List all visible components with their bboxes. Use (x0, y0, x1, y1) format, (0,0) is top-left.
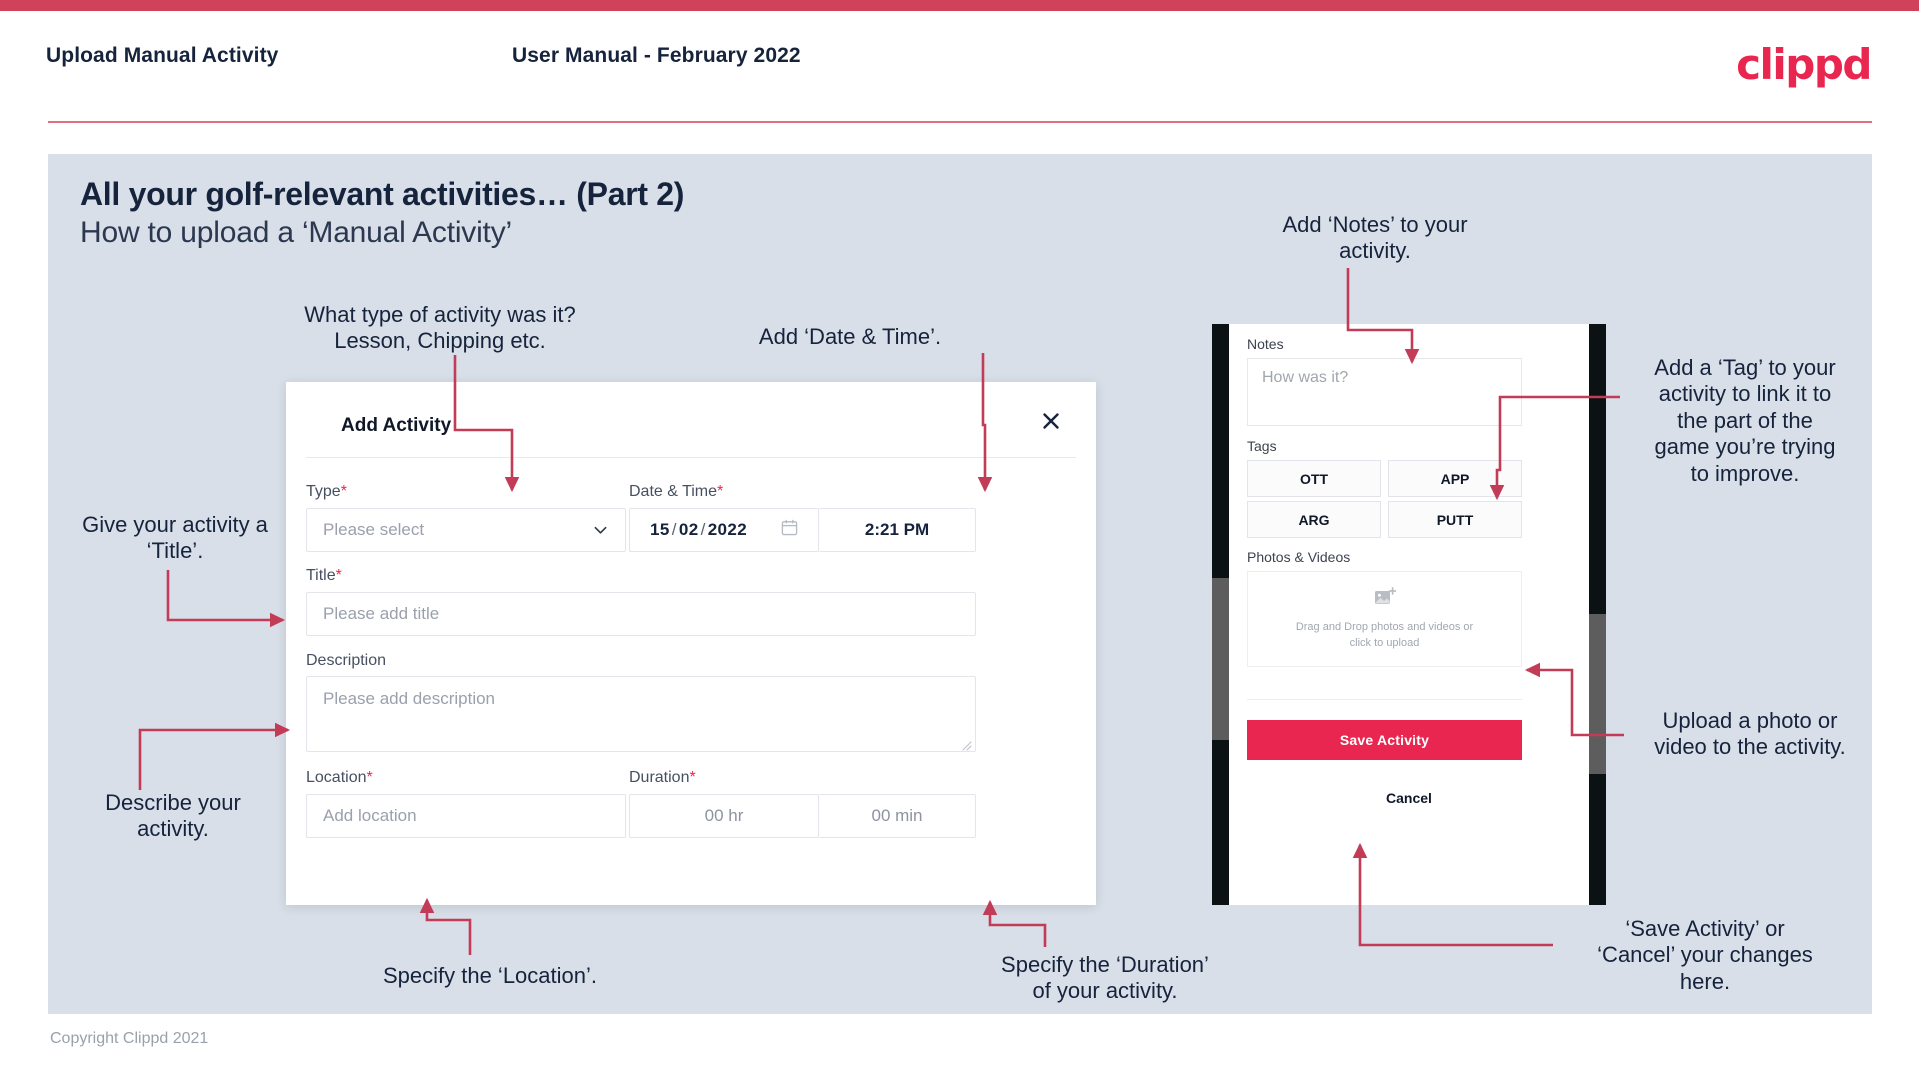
annotation-title: Give your activity a ‘Title’. (82, 512, 268, 564)
location-input[interactable]: Add location (306, 794, 626, 838)
datetime-required-mark: * (717, 483, 724, 500)
tags-label: Tags (1247, 438, 1277, 454)
description-placeholder: Please add description (323, 689, 496, 708)
date-month: 02 (678, 520, 699, 539)
dialog-header-divider (306, 457, 1076, 458)
photos-label: Photos & Videos (1247, 549, 1351, 565)
calendar-icon[interactable] (781, 519, 798, 541)
time-value: 2:21 PM (864, 520, 930, 539)
title-label-text: Title (306, 567, 336, 584)
description-label-text: Description (306, 652, 387, 669)
location-label-text: Location (306, 769, 367, 786)
type-required-mark: * (340, 483, 347, 500)
date-sep-2: / (700, 520, 706, 539)
header-center-title: User Manual - February 2022 (512, 44, 801, 67)
resize-handle-icon[interactable] (962, 738, 972, 751)
title-placeholder: Please add title (323, 604, 440, 623)
notes-textarea[interactable]: How was it? (1247, 358, 1522, 426)
phone-mockup: Notes How was it? Tags OTT APP ARG PUTT … (1212, 324, 1606, 905)
slide-title: All your golf-relevant activities… (Part… (80, 176, 685, 212)
clippd-logo: clippd (1736, 40, 1872, 89)
chevron-down-icon (594, 524, 607, 537)
annotation-date-time: Add ‘Date & Time’. (758, 324, 942, 349)
page-root: Upload Manual Activity User Manual - Feb… (0, 0, 1919, 1079)
dropzone-text-line2: click to upload (1349, 636, 1420, 649)
annotation-tags: Add a ‘Tag’ to your activity to link it t… (1654, 355, 1836, 486)
duration-label: Duration* (629, 769, 696, 787)
date-value: 15/02/2022 (630, 520, 747, 540)
dropzone-text-line1: Drag and Drop photos and videos or (1295, 620, 1474, 633)
annotation-location: Specify the ‘Location’. (382, 963, 598, 988)
duration-minutes-placeholder: 00 min (871, 806, 923, 825)
type-label-text: Type (306, 483, 341, 500)
date-input[interactable]: 15/02/2022 (629, 508, 819, 552)
description-label: Description (306, 652, 386, 670)
time-input[interactable]: 2:21 PM (819, 508, 976, 552)
dropzone-text: Drag and Drop photos and videos or click… (1296, 620, 1473, 652)
duration-hours-placeholder: 00 hr (704, 806, 744, 825)
location-placeholder: Add location (323, 806, 417, 825)
phone-side-button-left (1212, 578, 1229, 740)
title-required-mark: * (335, 567, 342, 584)
annotation-photos: Upload a photo or video to the activity. (1654, 708, 1846, 760)
cancel-button[interactable]: Cancel (1229, 790, 1589, 806)
annotation-duration: Specify the ‘Duration’ of your activity. (1001, 952, 1209, 1004)
phone-footer-divider (1247, 699, 1522, 700)
duration-minutes-input[interactable]: 00 min (819, 794, 976, 838)
top-accent-bar (0, 0, 1919, 11)
footer-copyright: Copyright Clippd 2021 (50, 1030, 209, 1047)
notes-label: Notes (1247, 336, 1284, 352)
duration-hours-input[interactable]: 00 hr (629, 794, 819, 838)
type-label: Type* (306, 483, 347, 501)
datetime-label-text: Date & Time (629, 483, 718, 500)
photo-upload-dropzone[interactable]: Drag and Drop photos and videos or click… (1247, 571, 1522, 667)
location-required-mark: * (366, 769, 373, 786)
duration-required-mark: * (689, 769, 696, 786)
notes-placeholder: How was it? (1262, 369, 1349, 386)
tag-button-app[interactable]: APP (1388, 460, 1522, 497)
dialog-title: Add Activity (341, 415, 452, 436)
description-textarea[interactable]: Please add description (306, 676, 976, 752)
title-label: Title* (306, 567, 342, 585)
duration-label-text: Duration (629, 769, 690, 786)
tag-button-putt[interactable]: PUTT (1388, 501, 1522, 538)
type-select[interactable]: Please select (306, 508, 626, 552)
date-day: 15 (650, 520, 670, 539)
phone-side-button-right (1589, 614, 1606, 774)
save-activity-button[interactable]: Save Activity (1247, 720, 1522, 760)
phone-screen: Notes How was it? Tags OTT APP ARG PUTT … (1229, 324, 1589, 905)
close-icon[interactable] (1034, 404, 1068, 438)
header-left-title: Upload Manual Activity (46, 44, 279, 67)
title-input[interactable]: Please add title (306, 592, 976, 636)
location-label: Location* (306, 769, 373, 787)
add-image-icon (1374, 586, 1396, 612)
slide-subtitle: How to upload a ‘Manual Activity’ (80, 216, 512, 249)
add-activity-dialog: Add Activity Type* Please select Date & … (286, 382, 1096, 905)
annotation-description: Describe your activity. (105, 790, 241, 842)
header-divider (48, 121, 1872, 123)
annotation-notes: Add ‘Notes’ to your activity. (1282, 212, 1468, 264)
date-sep-1: / (671, 520, 677, 539)
annotation-type: What type of activity was it? Lesson, Chi… (304, 302, 576, 354)
date-year: 2022 (707, 520, 748, 539)
type-placeholder: Please select (323, 520, 425, 539)
tag-button-ott[interactable]: OTT (1247, 460, 1381, 497)
annotation-save-cancel: ‘Save Activity’ or ‘Cancel’ your changes h… (1597, 916, 1813, 994)
tag-button-arg[interactable]: ARG (1247, 501, 1381, 538)
datetime-label: Date & Time* (629, 483, 723, 501)
